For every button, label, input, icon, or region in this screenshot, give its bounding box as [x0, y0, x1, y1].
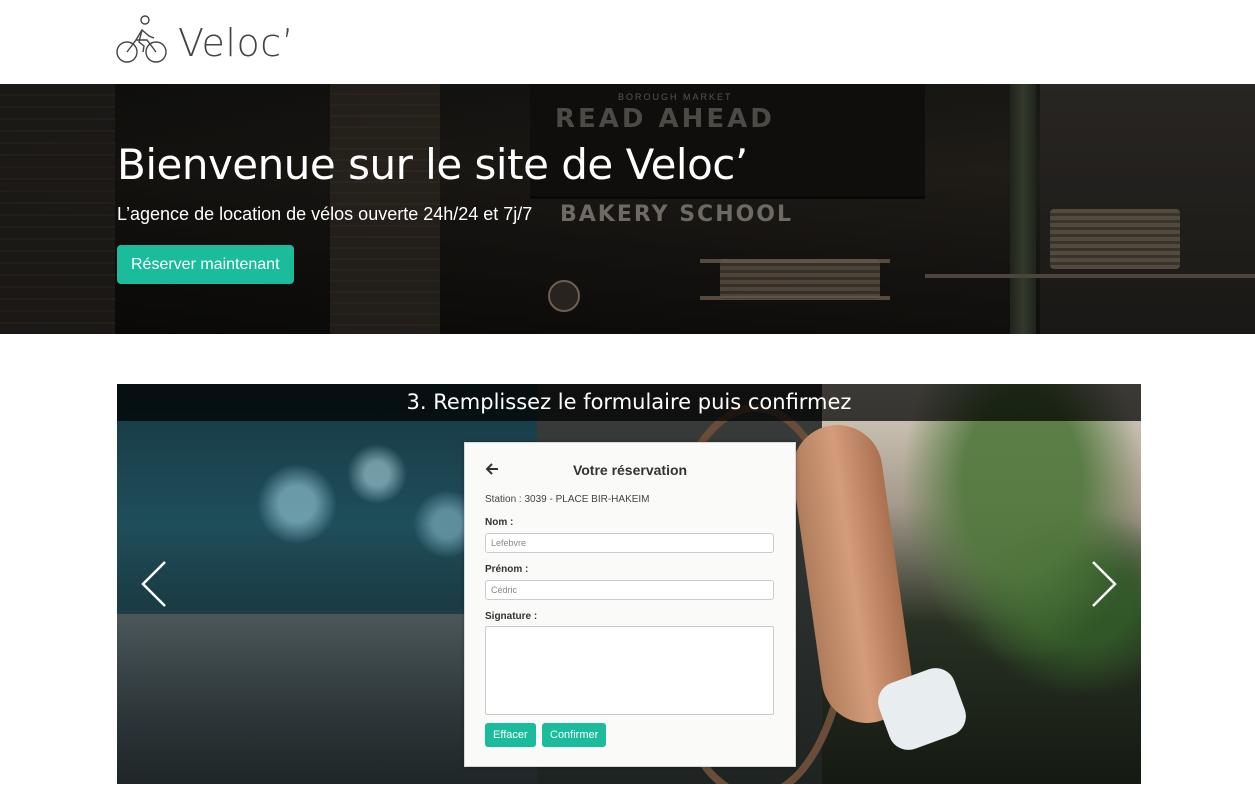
- confirm-button[interactable]: Confirmer: [542, 723, 607, 747]
- station-info: Station : 3039 - PLACE BIR-HAKEIM: [485, 494, 650, 505]
- chevron-right-icon: [1083, 561, 1123, 612]
- chevron-left-icon: [135, 561, 175, 612]
- hero-background-shop-sign: BAKERY SCHOOL: [560, 202, 794, 227]
- nom-label: Nom :: [485, 517, 514, 528]
- brand-name: Veloc’: [178, 20, 295, 65]
- reserve-now-button[interactable]: Réserver maintenant: [117, 245, 294, 284]
- site-header: Veloc’: [0, 0, 1255, 84]
- brand-link[interactable]: Veloc’: [116, 14, 294, 71]
- clear-signature-button[interactable]: Effacer: [485, 723, 536, 747]
- carousel-next-button[interactable]: [1083, 559, 1123, 609]
- signature-canvas[interactable]: [485, 626, 774, 715]
- hero-subtitle: L’agence de location de vélos ouverte 24…: [117, 204, 533, 224]
- reservation-form-card: Votre réservation Station : 3039 - PLACE…: [464, 442, 796, 767]
- carousel-prev-button[interactable]: [135, 559, 175, 609]
- carousel-caption: 3. Remplissez le formulaire puis confirm…: [117, 384, 1141, 421]
- tutorial-carousel: 3. Remplissez le formulaire puis confirm…: [117, 384, 1141, 784]
- prenom-input[interactable]: [485, 580, 774, 600]
- hero-title: Bienvenue sur le site de Veloc’: [117, 140, 748, 189]
- nom-input[interactable]: [485, 533, 774, 553]
- reservation-title: Votre réservation: [572, 462, 688, 478]
- signature-label: Signature :: [485, 611, 538, 622]
- cyclist-icon: [116, 14, 168, 71]
- prenom-label: Prénom :: [485, 564, 529, 575]
